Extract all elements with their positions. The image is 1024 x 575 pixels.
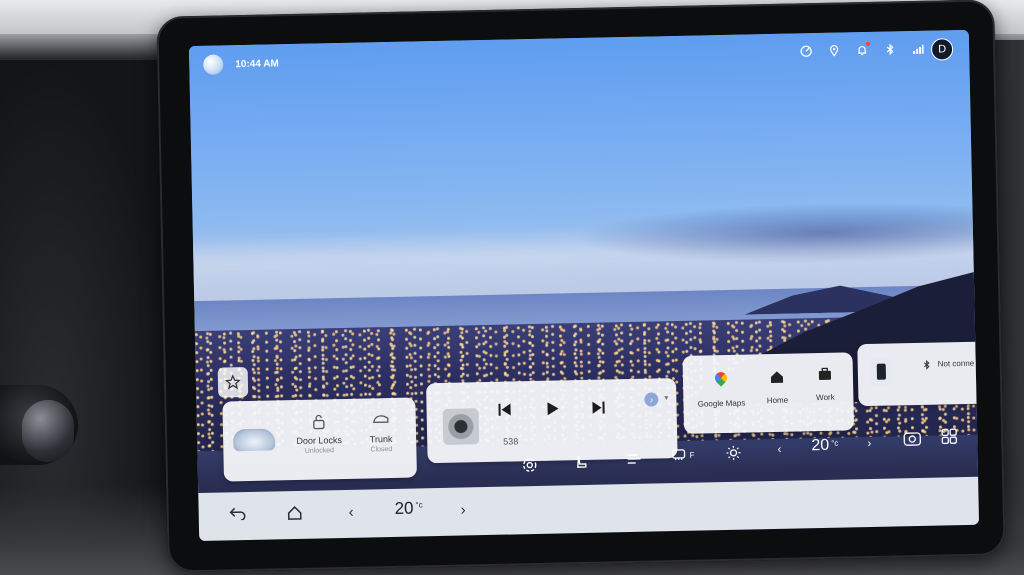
fan-level: F (689, 450, 695, 460)
defrost-icon (671, 449, 686, 461)
trunk-icon (357, 412, 405, 431)
left-temp-value: 20 (394, 498, 414, 518)
driving-mode-icon[interactable] (799, 44, 813, 58)
airflow-button[interactable] (625, 451, 643, 467)
rear-defrost-button[interactable]: F (671, 448, 695, 462)
right-temperature: 20 °c (811, 437, 838, 456)
work-shortcut[interactable]: Work (805, 364, 846, 402)
status-icons (799, 41, 925, 59)
sun-icon (726, 445, 741, 460)
left-temperature: 20 °c (394, 498, 423, 519)
play-icon (547, 402, 559, 416)
vehicle-status-card[interactable]: Door Locks Unlocked Trunk Closed (222, 397, 417, 482)
navigation-shortcuts-card: Google Maps Home Work (682, 352, 855, 434)
work-label: Work (816, 392, 835, 403)
album-art[interactable] (442, 408, 480, 445)
chevron-down-icon[interactable]: ▾ (664, 393, 668, 402)
home-shortcut[interactable]: Home (757, 367, 798, 405)
bluetooth-icon (922, 359, 932, 374)
phone-connection-status: Not conne (937, 358, 975, 369)
favorites-button[interactable] (217, 366, 249, 398)
star-icon (224, 374, 241, 390)
door-locks-button[interactable]: Door Locks Unlocked (291, 413, 348, 455)
trunk-button[interactable]: Trunk Closed (357, 412, 406, 454)
home-icon (766, 368, 788, 390)
google-maps-label: Google Maps (697, 398, 746, 409)
gear-icon (523, 458, 537, 472)
back-button[interactable] (229, 506, 247, 521)
assistant-icon[interactable] (203, 54, 224, 75)
chevron-left-icon: ‹ (348, 503, 354, 521)
brightness-button[interactable] (725, 445, 741, 461)
notification-bell-icon[interactable] (855, 41, 871, 57)
home-icon (287, 505, 302, 520)
unlock-icon (291, 413, 347, 432)
phone-icon (869, 357, 893, 386)
wallpaper-cloud-shadow (572, 199, 980, 269)
right-temp-decrease[interactable]: ‹ (777, 442, 781, 456)
track-number: 538 (503, 436, 519, 447)
door-locks-status: Unlocked (304, 447, 335, 455)
signal-icon (911, 42, 925, 56)
user-avatar[interactable]: D (930, 38, 954, 61)
power-icon (903, 432, 921, 446)
left-temp-unit: °c (415, 499, 423, 510)
previous-track-button[interactable] (496, 401, 512, 421)
briefcase-icon (814, 365, 836, 387)
back-arrow-icon (229, 507, 246, 521)
grid-icon (941, 428, 957, 445)
chevron-right-icon: › (867, 435, 872, 451)
seat-heating-button[interactable] (574, 454, 590, 470)
home-button[interactable] (287, 505, 303, 521)
car-icon (232, 428, 276, 452)
settings-button[interactable] (522, 457, 538, 473)
google-maps-shortcut[interactable]: Google Maps (695, 369, 748, 409)
skip-next-icon (592, 401, 605, 414)
left-temp-increase[interactable]: › (460, 501, 465, 518)
power-button[interactable] (903, 431, 921, 447)
clock: 10:44 AM (235, 58, 279, 71)
media-source-icon[interactable]: ♪ (644, 392, 659, 407)
play-button[interactable] (544, 400, 560, 420)
skip-previous-icon (498, 403, 511, 416)
trunk-status: Closed (370, 445, 393, 454)
app-grid-button[interactable] (941, 428, 957, 445)
phone-connection-card[interactable]: Not conne (857, 341, 980, 407)
right-temp-unit: °c (831, 438, 839, 448)
chevron-left-icon: ‹ (777, 441, 782, 456)
bluetooth-icon[interactable] (883, 42, 897, 56)
notification-dot (865, 41, 871, 46)
left-temp-decrease[interactable]: ‹ (349, 504, 354, 521)
door-locks-label: Door Locks (296, 435, 343, 446)
airflow-icon (627, 454, 641, 464)
trunk-label: Trunk (369, 433, 393, 445)
right-temp-value: 20 (811, 436, 830, 455)
next-track-button[interactable] (590, 399, 606, 419)
home-label: Home (766, 395, 789, 406)
google-maps-icon (710, 369, 732, 393)
location-icon[interactable] (827, 44, 841, 58)
right-temp-increase[interactable]: › (867, 436, 871, 450)
seat-icon (577, 455, 587, 468)
chevron-right-icon: › (460, 501, 466, 519)
steering-stalk-knob (22, 400, 74, 462)
infotainment-display: 10:44 AM D Door Locks Unlocked Trunk Clo… (156, 0, 1006, 573)
screen: 10:44 AM D Door Locks Unlocked Trunk Clo… (188, 29, 980, 542)
